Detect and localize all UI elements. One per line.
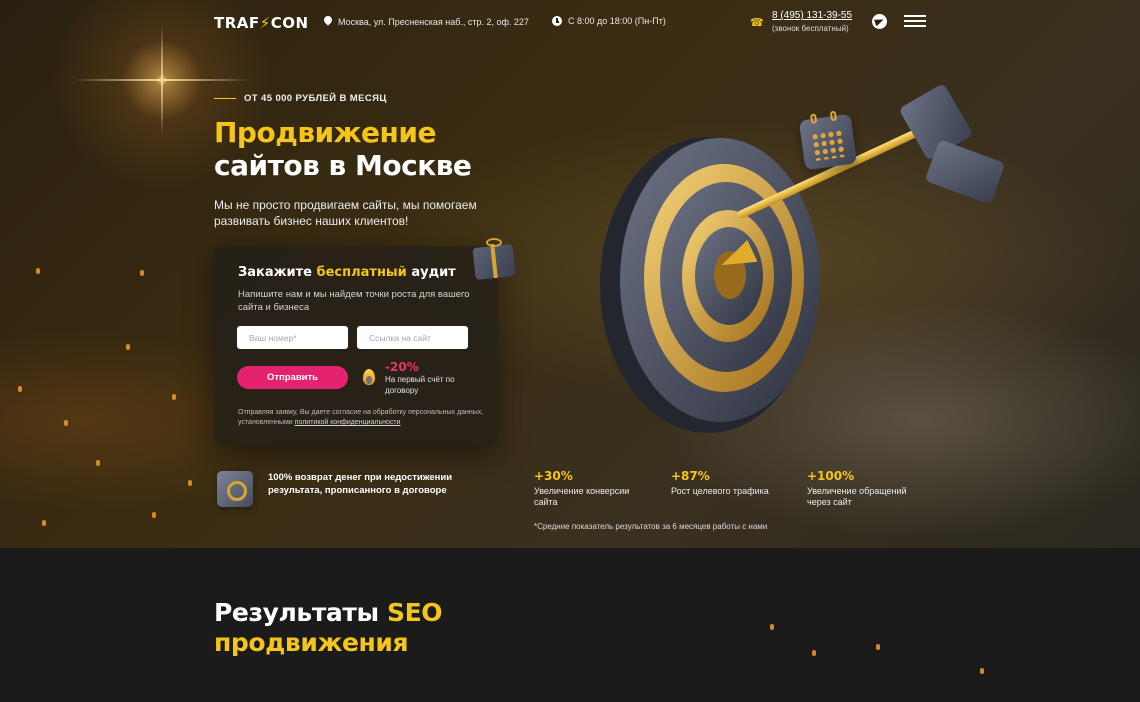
lightning-icon: ⚡: [259, 14, 271, 32]
spark-decoration: [126, 344, 130, 350]
header-address: Москва, ул. Пресненская наб., стр. 2, оф…: [324, 16, 529, 27]
light-flare-vertical: [161, 24, 163, 136]
form-description: Напишите нам и мы найдем точки роста для…: [238, 289, 470, 313]
spark-decoration: [152, 512, 156, 518]
stat-label: Рост целевого трафика: [671, 486, 769, 496]
gift-box-icon: [472, 236, 516, 281]
phone-note: (звонок бесплатный): [772, 24, 849, 33]
stat-label: Увеличение обращений через сайт: [807, 486, 907, 507]
telegram-icon[interactable]: [872, 14, 887, 29]
calendar-icon: [798, 110, 858, 171]
spark-decoration: [876, 644, 880, 650]
stat-value: +87%: [671, 469, 710, 483]
discount-note: На первый счёт по договору: [385, 375, 455, 395]
spark-decoration: [18, 386, 22, 392]
stats-footnote: *Средние показатель результатов за 6 мес…: [534, 522, 768, 531]
privacy-policy-link[interactable]: политикой конфиденциальности: [295, 419, 401, 426]
eyebrow-line: [214, 97, 236, 100]
spark-decoration: [980, 668, 984, 674]
phone-link[interactable]: 8 (495) 131-39-55: [772, 10, 852, 21]
form-title: Закажите бесплатный аудит: [238, 265, 456, 280]
logo[interactable]: TRAF⚡CON: [214, 14, 309, 32]
hero-subtitle: Мы не просто продвигаем сайты, мы помога…: [214, 198, 477, 228]
spark-decoration: [42, 520, 46, 526]
page-title: Продвижение сайтов в Москве: [214, 116, 472, 182]
discount-badge: -20%: [385, 360, 419, 374]
hamburger-menu-icon[interactable]: [904, 15, 926, 29]
stat-item: +87% Рост целевого трафика: [671, 469, 791, 497]
site-url-input[interactable]: [357, 326, 468, 349]
price-eyebrow: ОТ 45 000 РУБЛЕЙ В МЕСЯЦ: [214, 93, 387, 104]
fire-icon: [361, 367, 377, 387]
spark-decoration: [140, 270, 144, 276]
submit-button[interactable]: Отправить: [237, 366, 348, 389]
spark-decoration: [812, 650, 816, 656]
results-title: Результаты SEO продвижения: [214, 598, 443, 657]
money-back-guarantee: 100% возврат денег при недостижении резу…: [268, 472, 453, 496]
stat-item: +30% Увеличение конверсии сайта: [534, 469, 654, 508]
target-illustration: [600, 137, 820, 433]
spark-decoration: [64, 420, 68, 426]
header-hours: С 8:00 до 18:00 (Пн-Пт): [552, 16, 666, 26]
stat-item: +100% Увеличение обращений через сайт: [807, 469, 927, 508]
site-header: TRAF⚡CON Москва, ул. Пресненская наб., с…: [214, 10, 926, 38]
spark-decoration: [770, 624, 774, 630]
stat-value: +100%: [807, 469, 855, 483]
phone-icon: ☎: [750, 17, 764, 29]
stat-label: Увеличение конверсии сайта: [534, 486, 630, 507]
spark-decoration: [172, 394, 176, 400]
spark-decoration: [188, 480, 192, 486]
hero-section: [0, 0, 1140, 548]
consent-text: Отправляя заявку, Вы даете согласие на о…: [238, 409, 484, 426]
spark-decoration: [36, 268, 40, 274]
phone-input[interactable]: [237, 326, 348, 349]
results-section: [0, 548, 1140, 702]
spark-decoration: [96, 460, 100, 466]
stat-value: +30%: [534, 469, 573, 483]
safe-icon: [217, 471, 253, 507]
location-pin-icon: [324, 16, 332, 27]
clock-icon: [552, 16, 562, 26]
